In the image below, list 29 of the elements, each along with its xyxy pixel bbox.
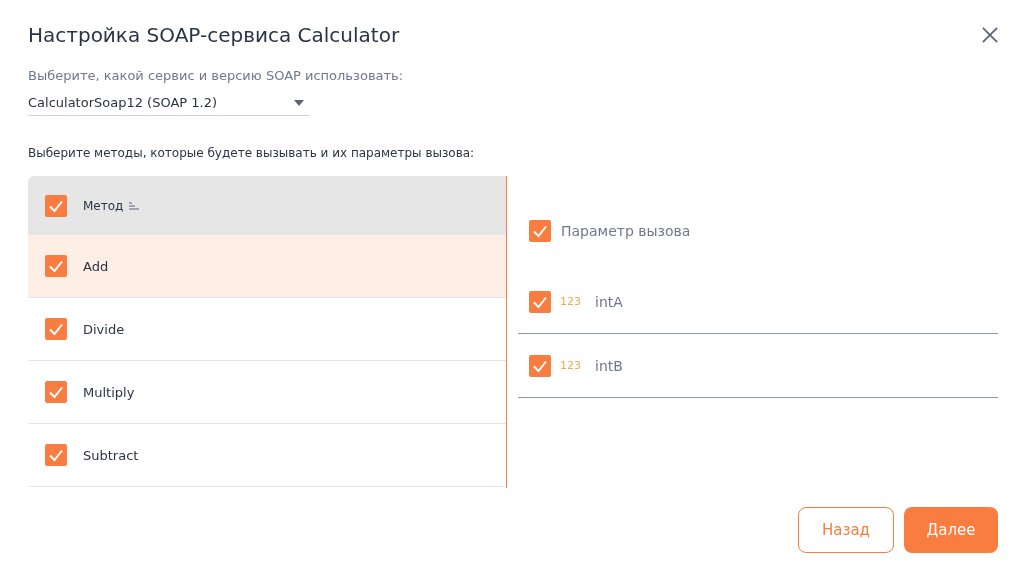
column-header: Параметр вызова <box>561 223 691 239</box>
checkbox[interactable] <box>45 194 67 217</box>
checkbox[interactable] <box>529 354 551 377</box>
method-name: Divide <box>83 321 125 337</box>
checkbox[interactable] <box>529 220 551 242</box>
method-row[interactable]: Multiply <box>28 361 506 424</box>
type-label: 123 <box>560 295 581 308</box>
method-row[interactable]: Divide <box>28 298 506 361</box>
method-row[interactable]: Add <box>28 235 506 298</box>
column-header[interactable]: Метод <box>83 198 124 213</box>
close-icon[interactable] <box>982 27 998 43</box>
method-name: Subtract <box>83 447 139 463</box>
service-dropdown[interactable]: CalculatorSoap12 (SOAP 1.2) <box>28 90 310 116</box>
section-label: Выберите методы, которые будете вызывать и их параметры вызова: <box>28 146 476 160</box>
field-label: Выберите, какой сервис и версию SOAP использовать: <box>28 68 405 83</box>
dialog-title: Настройка SOAP-сервиса Calculator <box>28 23 400 47</box>
caret-icon <box>294 99 304 106</box>
checkbox[interactable] <box>45 255 67 277</box>
checkbox[interactable] <box>45 444 67 466</box>
parameter-name: intA <box>595 293 623 310</box>
parameter-name: intB <box>595 357 623 374</box>
sort-icon[interactable] <box>129 201 140 210</box>
checkbox[interactable] <box>45 318 67 340</box>
type-label: 123 <box>560 359 581 372</box>
method-row[interactable]: Subtract <box>28 424 506 487</box>
checkbox[interactable] <box>45 381 67 403</box>
method-name: Multiply <box>83 384 135 400</box>
checkbox[interactable] <box>529 290 551 313</box>
method-name: Add <box>83 258 109 274</box>
